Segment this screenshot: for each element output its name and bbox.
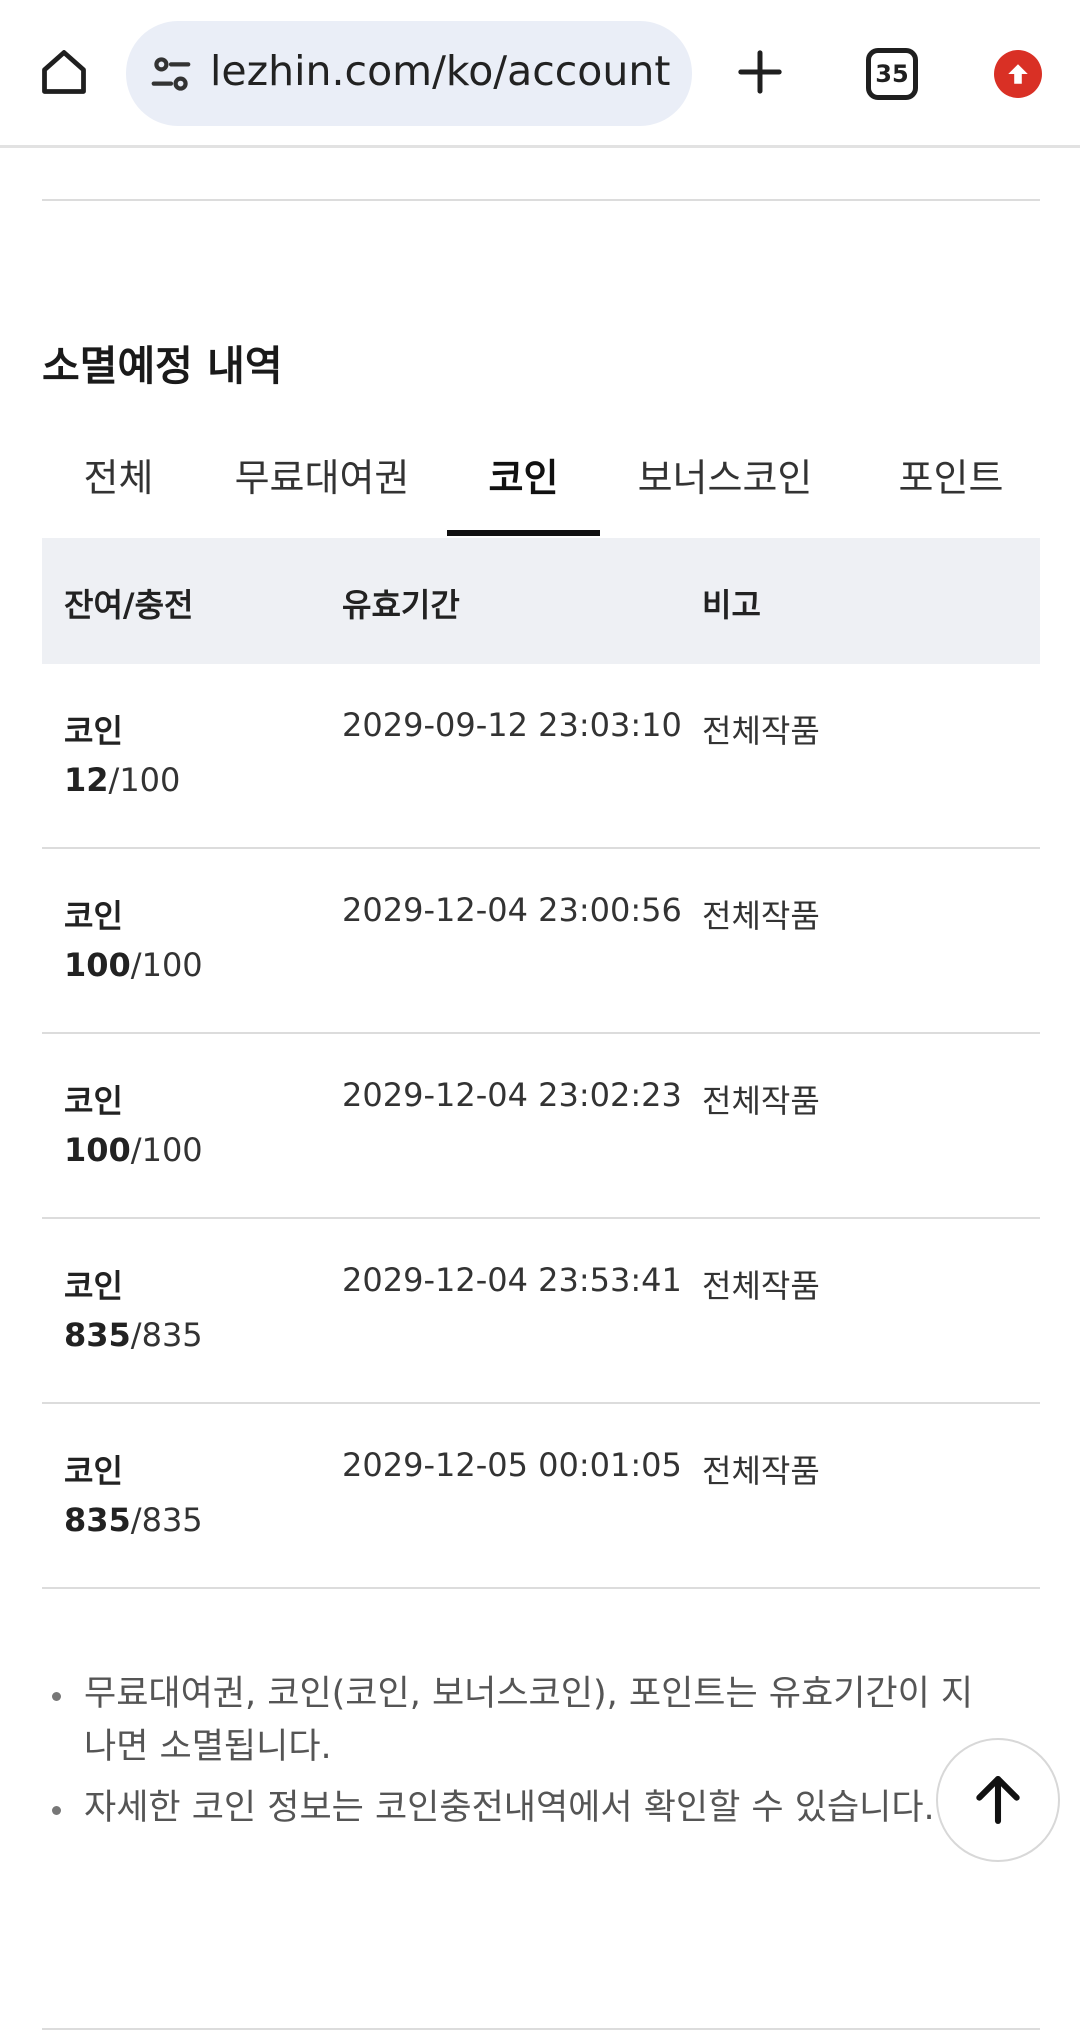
coin-type: 코인 [64, 1267, 123, 1305]
note-text: 전체작품 [702, 712, 820, 750]
notice-item: 무료대여권, 코인(코인, 보너스코인), 포인트는 유효기간이 지나면 소멸됩… [42, 1668, 982, 1774]
update-arrow-icon[interactable] [994, 50, 1042, 98]
tab-switcher-button[interactable]: 35 [866, 48, 918, 100]
scroll-to-top-button[interactable] [936, 1738, 1060, 1862]
note-text: 전체작품 [702, 1267, 820, 1305]
divider [42, 2028, 1040, 2030]
table-row: 코인 100/100 2029-12-04 23:00:56 전체작품 [42, 849, 1040, 1034]
coin-amount: 100/100 [64, 946, 203, 984]
coin-amount: 12/100 [64, 761, 181, 799]
table-row: 코인 835/835 2029-12-04 23:53:41 전체작품 [42, 1219, 1040, 1404]
url-text[interactable]: lezhin.com/ko/account [210, 47, 680, 95]
coin-type: 코인 [64, 1452, 123, 1490]
table-row: 코인 835/835 2029-12-05 00:01:05 전체작품 [42, 1404, 1040, 1589]
section-title: 소멸예정 내역 [42, 342, 283, 390]
header-note: 비고 [702, 586, 761, 624]
coin-amount: 835/835 [64, 1501, 203, 1539]
header-validity: 유효기간 [342, 586, 460, 624]
note-text: 전체작품 [702, 897, 820, 935]
tab-count: 35 [875, 60, 909, 88]
note-text: 전체작품 [702, 1082, 820, 1120]
expiry-date: 2029-12-04 23:53:41 [342, 1261, 682, 1299]
expiry-date: 2029-12-04 23:00:56 [342, 891, 682, 929]
divider [42, 199, 1040, 201]
tab-free-rental[interactable]: 무료대여권 [217, 440, 427, 538]
notice-item: 자세한 코인 정보는 코인충전내역에서 확인할 수 있습니다. [42, 1782, 956, 1835]
expiry-table: 잔여/충전 유효기간 비고 코인 12/100 2029-09-12 23:03… [42, 538, 1040, 1589]
note-text: 전체작품 [702, 1452, 820, 1490]
coin-type: 코인 [64, 712, 123, 750]
active-tab-indicator [447, 530, 600, 536]
address-bar[interactable]: lezhin.com/ko/account [126, 21, 692, 126]
coin-amount: 835/835 [64, 1316, 203, 1354]
notice-list: 무료대여권, 코인(코인, 보너스코인), 포인트는 유효기간이 지나면 소멸됩… [42, 1668, 982, 1843]
home-icon[interactable] [32, 40, 96, 104]
tab-bonus-coin[interactable]: 보너스코인 [620, 440, 830, 538]
browser-toolbar: lezhin.com/ko/account 35 [0, 0, 1080, 148]
new-tab-icon[interactable] [730, 42, 790, 102]
table-row: 코인 100/100 2029-12-04 23:02:23 전체작품 [42, 1034, 1040, 1219]
table-header: 잔여/충전 유효기간 비고 [42, 538, 1040, 664]
site-info-icon[interactable] [148, 51, 194, 97]
tab-all[interactable]: 전체 [42, 440, 195, 538]
table-row: 코인 12/100 2029-09-12 23:03:10 전체작품 [42, 664, 1040, 849]
header-balance: 잔여/충전 [64, 586, 194, 624]
tab-coin[interactable]: 코인 [447, 440, 600, 538]
expiry-date: 2029-12-04 23:02:23 [342, 1076, 682, 1114]
coin-type: 코인 [64, 897, 123, 935]
tab-point[interactable]: 포인트 [862, 440, 1040, 538]
filter-tabs: 전체 무료대여권 코인 보너스코인 포인트 [42, 440, 1040, 538]
coin-type: 코인 [64, 1082, 123, 1120]
expiry-date: 2029-12-05 00:01:05 [342, 1446, 682, 1484]
arrow-up-icon [976, 1775, 1020, 1825]
expiry-date: 2029-09-12 23:03:10 [342, 706, 682, 744]
coin-amount: 100/100 [64, 1131, 203, 1169]
